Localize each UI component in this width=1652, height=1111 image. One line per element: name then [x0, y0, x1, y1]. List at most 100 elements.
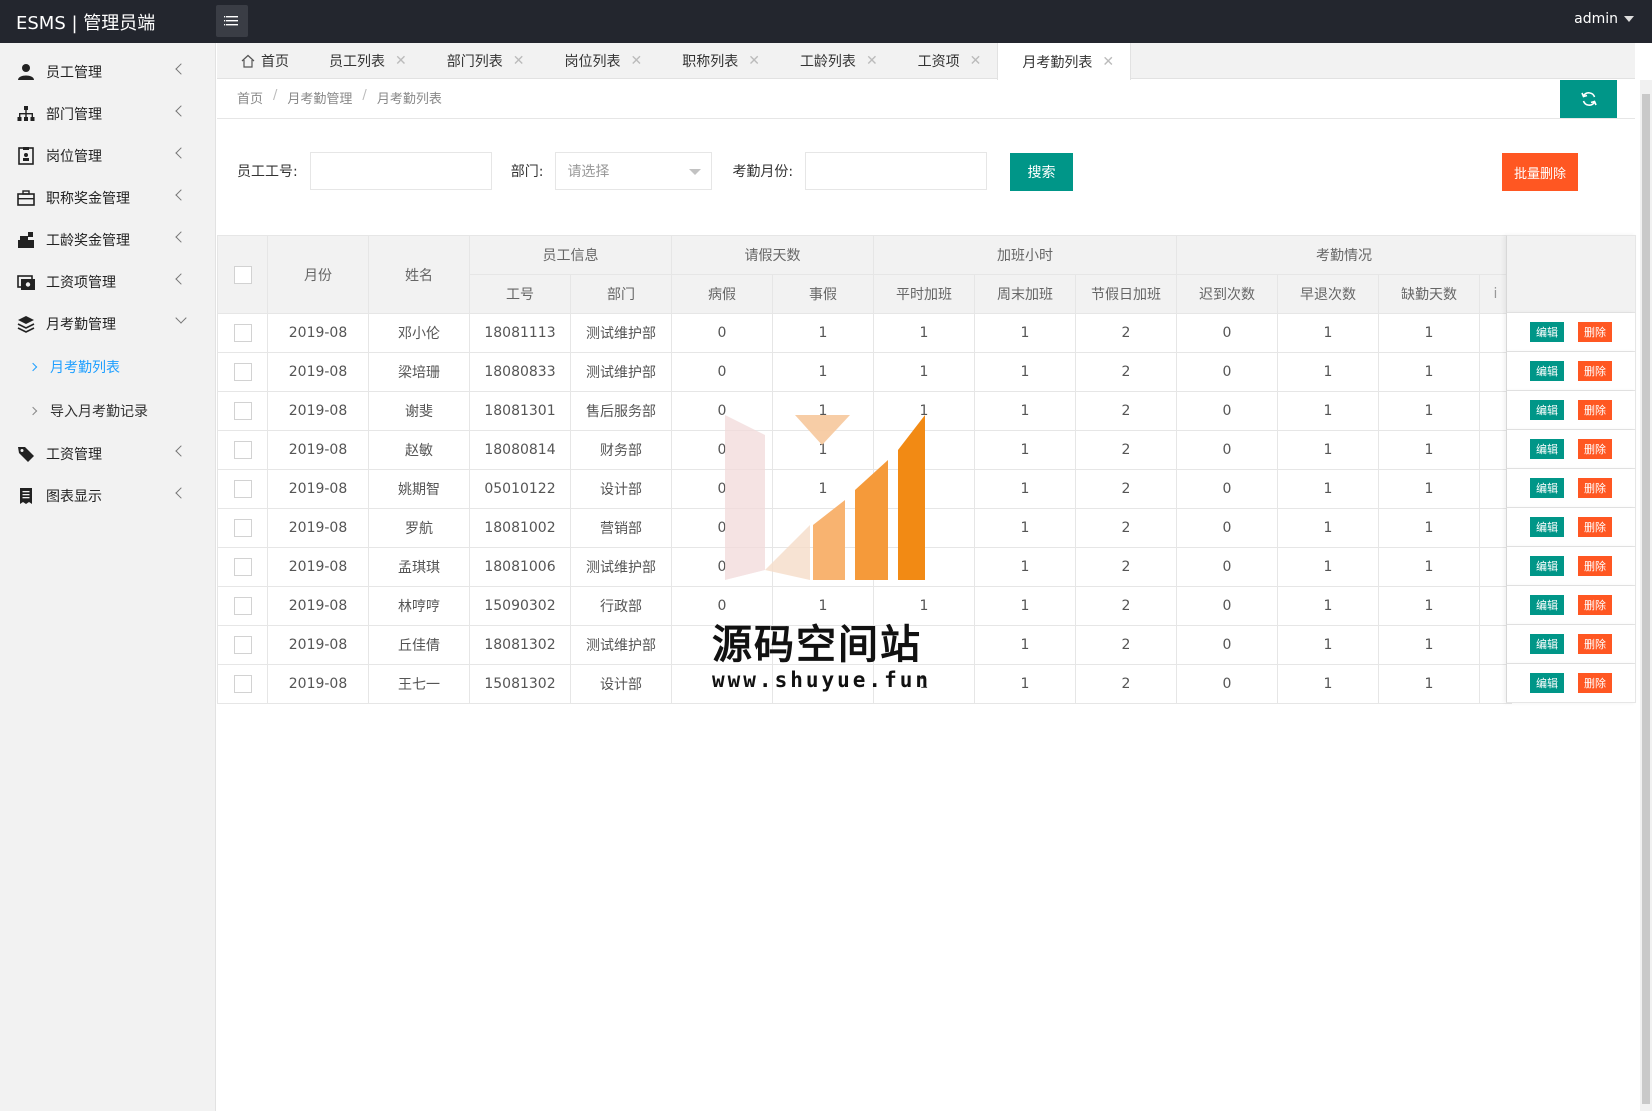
- row-checkbox[interactable]: [233, 363, 252, 381]
- tab-salary-items[interactable]: 工资项 ✕: [894, 43, 998, 79]
- row-checkbox[interactable]: [233, 558, 252, 576]
- vertical-scrollbar[interactable]: [1640, 80, 1652, 1111]
- col-header-holiday-ot[interactable]: 节假日加班: [1075, 274, 1177, 314]
- sidebar-subitem-import-attendance[interactable]: 导入月考勤记录: [0, 389, 215, 433]
- breadcrumb-item[interactable]: 首页: [237, 88, 263, 107]
- edit-button[interactable]: 编辑: [1530, 673, 1564, 693]
- col-header-dept[interactable]: 部门: [570, 274, 672, 314]
- cell-late: 0: [1176, 352, 1278, 392]
- sidebar-item-title-bonus[interactable]: 职称奖金管理: [0, 177, 215, 219]
- cell-personal: [772, 547, 874, 587]
- cell-name: 邓小伦: [368, 313, 470, 353]
- cell-early: 1: [1277, 508, 1379, 548]
- row-checkbox[interactable]: [233, 636, 252, 654]
- cell-sick: 0: [671, 391, 773, 431]
- tab-attendance-list[interactable]: 月考勤列表 ✕: [997, 43, 1132, 80]
- refresh-button[interactable]: [1560, 80, 1617, 118]
- sidebar-subitem-attendance-list[interactable]: 月考勤列表: [0, 345, 215, 389]
- row-checkbox[interactable]: [233, 324, 252, 342]
- close-icon[interactable]: ✕: [970, 53, 982, 69]
- sidebar-item-employee[interactable]: 员工管理: [0, 51, 215, 93]
- chevron-left-icon: [175, 147, 187, 159]
- edit-button[interactable]: 编辑: [1530, 478, 1564, 498]
- edit-button[interactable]: 编辑: [1530, 361, 1564, 381]
- close-icon[interactable]: ✕: [513, 53, 525, 69]
- col-header-late[interactable]: 迟到次数: [1176, 274, 1278, 314]
- delete-button[interactable]: 删除: [1578, 322, 1612, 342]
- menu-toggle-button[interactable]: [216, 5, 248, 37]
- dept-select[interactable]: 请选择: [555, 152, 713, 190]
- delete-button[interactable]: 删除: [1578, 361, 1612, 381]
- sidebar-item-seniority-bonus[interactable]: 工龄奖金管理: [0, 219, 215, 261]
- cell-absent: 1: [1378, 313, 1480, 353]
- col-header-absent[interactable]: 缺勤天数: [1378, 274, 1480, 314]
- sidebar-item-department[interactable]: 部门管理: [0, 93, 215, 135]
- row-checkbox[interactable]: [233, 675, 252, 693]
- tab-title-list[interactable]: 职称列表 ✕: [658, 43, 776, 79]
- briefcase-icon: [16, 188, 36, 208]
- user-menu[interactable]: admin: [1574, 11, 1634, 27]
- sidebar-item-charts[interactable]: 图表显示: [0, 475, 215, 517]
- month-label: 考勤月份:: [732, 164, 794, 180]
- cell-dept: 测试维护部: [570, 547, 672, 587]
- select-all-checkbox[interactable]: [233, 265, 252, 284]
- tab-position-list[interactable]: 岗位列表 ✕: [540, 43, 658, 79]
- row-checkbox[interactable]: [233, 441, 252, 459]
- cell-weekend-ot: 1: [974, 547, 1076, 587]
- search-button[interactable]: 搜索: [1010, 153, 1073, 191]
- edit-button[interactable]: 编辑: [1530, 400, 1564, 420]
- col-header-personal[interactable]: 事假: [772, 274, 874, 314]
- close-icon[interactable]: ✕: [630, 53, 642, 69]
- col-header-early[interactable]: 早退次数: [1277, 274, 1379, 314]
- delete-button[interactable]: 删除: [1578, 517, 1612, 537]
- delete-button[interactable]: 删除: [1578, 439, 1612, 459]
- row-checkbox[interactable]: [233, 402, 252, 420]
- delete-button[interactable]: 删除: [1578, 478, 1612, 498]
- edit-button[interactable]: 编辑: [1530, 517, 1564, 537]
- sidebar-item-salary-items[interactable]: 工资项管理: [0, 261, 215, 303]
- tab-department-list[interactable]: 部门列表 ✕: [423, 43, 541, 79]
- delete-button[interactable]: 删除: [1578, 673, 1612, 693]
- close-icon[interactable]: ✕: [748, 53, 760, 69]
- col-header-month[interactable]: 月份: [267, 235, 369, 314]
- cell-early: 1: [1277, 313, 1379, 353]
- tab-home[interactable]: 首页: [217, 43, 305, 79]
- tab-employee-list[interactable]: 员工列表 ✕: [305, 43, 423, 79]
- edit-button[interactable]: 编辑: [1530, 556, 1564, 576]
- close-icon[interactable]: ✕: [395, 53, 407, 69]
- delete-button[interactable]: 删除: [1578, 595, 1612, 615]
- col-header-sick[interactable]: 病假: [671, 274, 773, 314]
- edit-button[interactable]: 编辑: [1530, 439, 1564, 459]
- sidebar-item-salary[interactable]: 工资管理: [0, 433, 215, 475]
- close-icon[interactable]: ✕: [866, 53, 878, 69]
- sidebar-item-position[interactable]: 岗位管理: [0, 135, 215, 177]
- breadcrumb-item[interactable]: 月考勤管理: [287, 88, 352, 107]
- batch-delete-button[interactable]: 批量删除: [1502, 153, 1578, 191]
- edit-button[interactable]: 编辑: [1530, 595, 1564, 615]
- col-header-weekday-ot[interactable]: 平时加班: [873, 274, 975, 314]
- app-brand[interactable]: ESMS | 管理员端: [16, 9, 155, 35]
- close-icon[interactable]: ✕: [1102, 54, 1114, 70]
- edit-button[interactable]: 编辑: [1530, 634, 1564, 654]
- row-checkbox[interactable]: [233, 480, 252, 498]
- cell-absent: 1: [1378, 391, 1480, 431]
- col-header-emp-no[interactable]: 工号: [469, 274, 571, 314]
- cell-holiday-ot: 2: [1075, 664, 1177, 704]
- chevron-left-icon: [175, 445, 187, 457]
- edit-button[interactable]: 编辑: [1530, 322, 1564, 342]
- col-header-name[interactable]: 姓名: [368, 235, 470, 314]
- tab-seniority-list[interactable]: 工龄列表 ✕: [776, 43, 894, 79]
- col-header-weekend-ot[interactable]: 周末加班: [974, 274, 1076, 314]
- row-checkbox[interactable]: [233, 519, 252, 537]
- delete-button[interactable]: 删除: [1578, 556, 1612, 576]
- select-all-cell: [217, 235, 268, 314]
- delete-button[interactable]: 删除: [1578, 400, 1612, 420]
- cell-sick: 0: [671, 508, 773, 548]
- emp-no-input[interactable]: [309, 152, 492, 190]
- month-input[interactable]: [805, 152, 988, 190]
- delete-button[interactable]: 删除: [1578, 634, 1612, 654]
- sidebar-item-attendance[interactable]: 月考勤管理: [0, 303, 215, 345]
- chevron-left-icon: [175, 189, 187, 201]
- scrollbar-thumb[interactable]: [1642, 94, 1650, 1104]
- row-checkbox[interactable]: [233, 597, 252, 615]
